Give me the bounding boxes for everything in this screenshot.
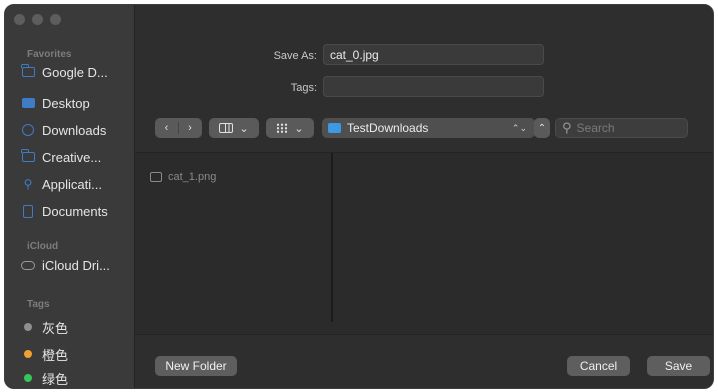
image-file-icon <box>150 172 162 182</box>
sidebar-item-google-drive[interactable]: Google D... <box>21 61 108 83</box>
main-panel: Save As: cat_0.jpg Tags: ‹ › ⌄ ⌄ TestDow… <box>135 5 713 388</box>
forward-button[interactable]: › <box>179 122 202 134</box>
search-icon: ⚲ <box>562 120 572 135</box>
sidebar-tag-green[interactable]: 绿色 <box>21 367 69 388</box>
sidebar-item-label: Downloads <box>42 122 107 138</box>
cloud-icon <box>21 258 35 272</box>
save-as-label: Save As: <box>273 50 317 62</box>
applications-icon: ⚲ <box>23 177 33 191</box>
favorites-header: Favorites <box>27 49 72 60</box>
zoom-window-button[interactable] <box>50 14 61 25</box>
folder-icon <box>21 149 35 164</box>
chevron-down-icon: ⌄ <box>294 122 304 135</box>
back-forward-buttons: ‹ › <box>155 118 202 138</box>
sidebar-item-label: 绿色 <box>42 371 69 387</box>
search-placeholder: Search <box>576 121 615 135</box>
traffic-lights <box>14 14 61 25</box>
close-window-button[interactable] <box>14 14 25 25</box>
column-divider[interactable] <box>331 153 333 322</box>
tag-dot-icon <box>21 371 35 385</box>
sidebar-item-label: Applicati... <box>42 176 102 192</box>
folder-icon <box>328 123 341 133</box>
sidebar-item-icloud-drive[interactable]: iCloud Dri... <box>21 254 110 276</box>
folder-icon <box>21 64 35 79</box>
sidebar-item-label: Documents <box>42 203 108 219</box>
expand-collapse-button[interactable]: ⌃ <box>534 118 550 138</box>
sidebar-item-label: iCloud Dri... <box>42 257 110 273</box>
sidebar: Favorites Google D... Desktop Downloads … <box>5 5 135 388</box>
sidebar-item-label: 灰色 <box>42 320 69 336</box>
sidebar-tag-gray[interactable]: 灰色 <box>21 316 68 338</box>
new-folder-button[interactable]: New Folder <box>155 356 237 376</box>
location-popup[interactable]: TestDownloads ⌃⌄ <box>322 118 535 138</box>
sidebar-tag-orange[interactable]: 橙色 <box>21 343 68 365</box>
view-grid-button[interactable]: ⌄ <box>266 118 314 138</box>
file-name: cat_1.png <box>168 171 217 183</box>
tags-input[interactable] <box>323 76 544 97</box>
file-browser: cat_1.png <box>135 152 713 335</box>
document-icon <box>21 204 35 218</box>
columns-icon <box>219 123 234 133</box>
downloads-icon <box>21 123 35 137</box>
desktop-icon <box>21 96 35 110</box>
sidebar-item-label: Creative... <box>42 149 102 165</box>
chevron-down-icon: ⌄ <box>239 122 249 135</box>
back-button[interactable]: ‹ <box>156 122 179 134</box>
location-label: TestDownloads <box>347 121 429 135</box>
file-item[interactable]: cat_1.png <box>150 171 216 183</box>
tags-label: Tags: <box>290 82 317 94</box>
sidebar-item-applications[interactable]: ⚲ Applicati... <box>21 173 102 195</box>
search-field[interactable]: ⚲ Search <box>555 118 688 138</box>
sidebar-item-desktop[interactable]: Desktop <box>21 92 90 114</box>
sidebar-item-label: 橙色 <box>42 347 69 363</box>
tag-dot-icon <box>21 320 35 334</box>
icloud-header: iCloud <box>27 241 59 252</box>
sidebar-item-downloads[interactable]: Downloads <box>21 119 106 141</box>
save-as-input[interactable]: cat_0.jpg <box>323 44 544 65</box>
sidebar-item-creative[interactable]: Creative... <box>21 146 101 168</box>
chevron-up-icon: ⌃ <box>537 122 547 134</box>
grid-icon <box>276 123 289 133</box>
minimize-window-button[interactable] <box>32 14 43 25</box>
sidebar-item-label: Google D... <box>42 64 108 80</box>
save-dialog: Favorites Google D... Desktop Downloads … <box>4 4 714 389</box>
view-columns-button[interactable]: ⌄ <box>209 118 259 138</box>
cancel-button[interactable]: Cancel <box>567 356 630 376</box>
tag-dot-icon <box>21 347 35 361</box>
sidebar-item-label: Desktop <box>42 95 90 111</box>
save-button[interactable]: Save <box>647 356 710 376</box>
sidebar-item-documents[interactable]: Documents <box>21 200 108 222</box>
up-down-arrows-icon: ⌃⌄ <box>511 122 527 133</box>
tags-header: Tags <box>27 299 50 310</box>
